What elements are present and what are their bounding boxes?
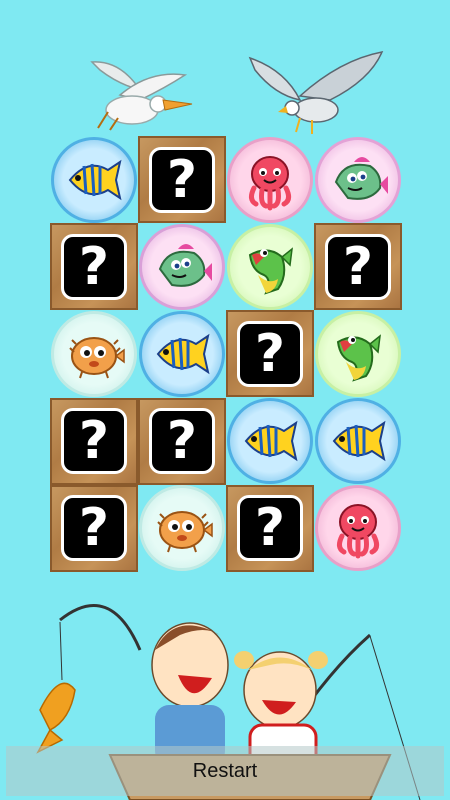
hidden-card[interactable]: ? — [50, 397, 138, 485]
jumping-fish-icon — [36, 682, 76, 754]
yellow-tang-fish-icon — [315, 398, 401, 485]
hidden-card[interactable]: ? — [226, 484, 314, 572]
yellow-tang-fish-icon — [227, 398, 313, 485]
pelican-icon — [90, 61, 193, 131]
question-mark-icon: ? — [61, 408, 127, 475]
yellow-tang-fish-icon — [51, 136, 137, 223]
question-mark-icon: ? — [237, 320, 303, 387]
birds-decoration — [90, 50, 384, 134]
revealed-card[interactable] — [226, 223, 314, 310]
question-mark-icon: ? — [149, 408, 215, 475]
green-carp-icon — [227, 223, 313, 310]
revealed-card[interactable] — [138, 485, 226, 572]
question-mark-icon: ? — [61, 233, 127, 300]
memory-board: ? ? ? ? ? ? ? ? — [50, 136, 402, 572]
orange-pufferfish-icon — [139, 485, 225, 572]
green-fish-icon — [139, 223, 225, 310]
question-mark-icon: ? — [61, 495, 127, 562]
red-octopus-icon — [315, 485, 401, 572]
red-octopus-icon — [227, 136, 313, 223]
yellow-tang-fish-icon — [139, 310, 225, 397]
revealed-card[interactable] — [50, 136, 138, 223]
question-mark-icon: ? — [149, 146, 215, 213]
eagle-icon — [248, 50, 384, 134]
hidden-card[interactable]: ? — [50, 223, 138, 311]
revealed-card[interactable] — [314, 485, 402, 572]
hidden-card[interactable]: ? — [226, 310, 314, 398]
green-carp-icon — [315, 310, 401, 397]
hidden-card[interactable]: ? — [50, 484, 138, 572]
revealed-card[interactable] — [314, 398, 402, 485]
revealed-card[interactable] — [314, 136, 402, 223]
restart-button[interactable]: Restart — [6, 746, 444, 796]
revealed-card[interactable] — [226, 398, 314, 485]
hidden-card[interactable]: ? — [138, 397, 226, 485]
boy-icon — [151, 622, 229, 765]
orange-pufferfish-icon — [51, 310, 137, 397]
green-fish-icon — [315, 136, 401, 223]
question-mark-icon: ? — [237, 495, 303, 562]
revealed-card[interactable] — [50, 310, 138, 397]
revealed-card[interactable] — [226, 136, 314, 223]
revealed-card[interactable] — [138, 310, 226, 397]
question-mark-icon: ? — [325, 233, 391, 300]
hidden-card[interactable]: ? — [138, 136, 226, 223]
revealed-card[interactable] — [314, 310, 402, 397]
hidden-card[interactable]: ? — [314, 223, 402, 311]
revealed-card[interactable] — [138, 223, 226, 310]
